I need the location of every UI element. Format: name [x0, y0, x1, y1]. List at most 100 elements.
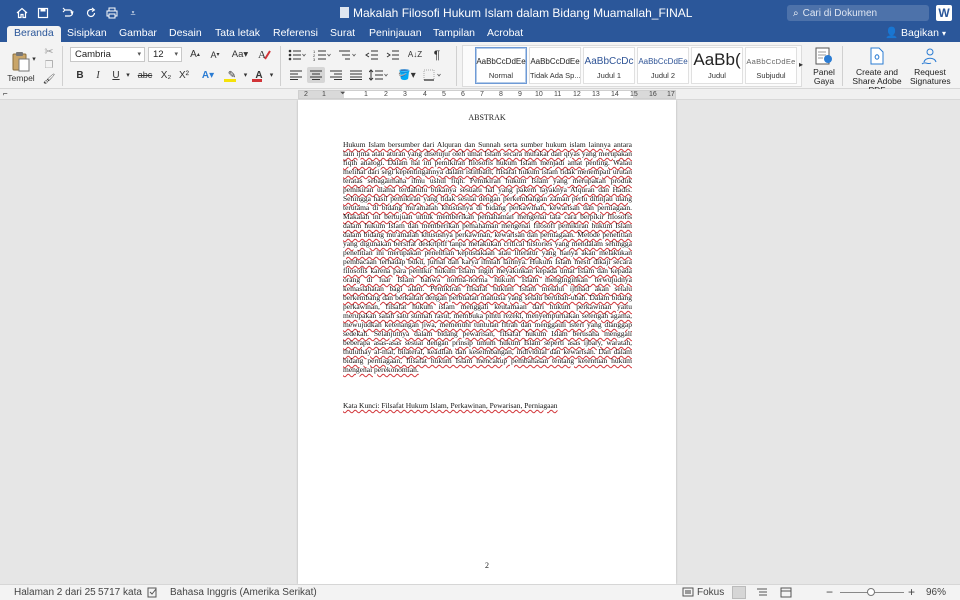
borders-icon[interactable]	[421, 67, 445, 83]
zoom-slider-thumb[interactable]	[866, 588, 875, 596]
shrink-font-icon[interactable]: A ▾	[206, 47, 224, 62]
document-icon	[340, 7, 349, 18]
sort-icon[interactable]: A↓Z	[406, 47, 424, 62]
style-name: Tidak Ada Sp...	[530, 71, 580, 80]
ruler-tick-label: 4	[423, 91, 427, 98]
search-input[interactable]: ⌕ Cari di Dokumen	[787, 5, 929, 21]
document-canvas[interactable]: ABSTRAK Hukum Islam bersumber dari Alqur…	[0, 100, 960, 584]
save-icon[interactable]	[32, 4, 54, 22]
outline-view-icon[interactable]	[756, 587, 768, 600]
pdf-icon	[870, 47, 884, 65]
grow-font-icon[interactable]: A ▴	[186, 47, 204, 62]
superscript-button[interactable]: X²	[176, 67, 192, 83]
ruler-tick-label: 7	[480, 91, 484, 98]
numbering-icon[interactable]: 123	[311, 47, 333, 62]
focus-icon[interactable]	[682, 587, 694, 600]
tab-desain[interactable]: Desain	[162, 26, 209, 42]
align-left-icon[interactable]	[287, 67, 305, 83]
subscript-button[interactable]: X₂	[158, 67, 174, 83]
focus-button[interactable]: Fokus	[697, 587, 724, 599]
tab-sisipkan[interactable]: Sisipkan	[60, 26, 114, 42]
highlight-color-swatch	[224, 79, 236, 82]
request-signatures-label: Request Signatures	[910, 67, 951, 86]
tab-peninjauan[interactable]: Peninjauan	[362, 26, 429, 42]
decrease-indent-icon[interactable]	[363, 47, 381, 62]
multilevel-list-icon[interactable]	[336, 47, 358, 62]
word-count-status[interactable]: 5717 kata	[98, 587, 142, 599]
font-color-button[interactable]: A	[250, 67, 268, 83]
signature-icon	[921, 48, 937, 65]
tab-tampilan[interactable]: Tampilan	[426, 26, 482, 42]
document-page[interactable]: ABSTRAK Hukum Islam bersumber dari Alqur…	[298, 100, 676, 584]
highlight-dropdown-icon[interactable]: ▾	[242, 67, 249, 83]
highlight-color-button[interactable]: ✎	[222, 67, 242, 83]
style-no-spacing[interactable]: AaBbCcDdEe Tidak Ada Sp...	[529, 47, 581, 84]
style-normal[interactable]: AaBbCcDdEe Normal	[475, 47, 527, 84]
customize-icon[interactable]: ⩡	[122, 4, 144, 22]
chevron-down-icon: ▾	[941, 29, 946, 38]
keywords-line: Kata Kunci: Filsafat Hukum Islam, Perkaw…	[343, 401, 558, 410]
print-layout-icon[interactable]	[732, 586, 746, 599]
request-signatures-button[interactable]: Request Signatures	[910, 46, 951, 86]
home-icon[interactable]	[11, 4, 33, 22]
zoom-in-button[interactable]: +	[908, 586, 915, 598]
redo-icon[interactable]	[80, 4, 102, 22]
underline-dropdown-icon[interactable]: ▾	[124, 67, 132, 83]
tab-surat[interactable]: Surat	[323, 26, 362, 42]
style-heading-2[interactable]: AaBbCcDdEe Judul 2	[637, 47, 689, 84]
share-button[interactable]: 👤 Bagikan ▾	[885, 26, 946, 41]
underline-button[interactable]: U	[108, 67, 124, 83]
page-count-status[interactable]: Halaman 2 dari 25	[14, 587, 96, 599]
language-status[interactable]: Bahasa Inggris (Amerika Serikat)	[170, 587, 317, 599]
tab-beranda[interactable]: Beranda	[7, 26, 61, 42]
strikethrough-button[interactable]: abc	[134, 67, 156, 83]
paste-button[interactable]: Tempel	[4, 45, 38, 87]
document-title-text: Makalah Filosofi Hukum Islam dalam Bidan…	[353, 6, 693, 20]
shading-icon[interactable]: 🪣▾	[395, 67, 419, 83]
horizontal-ruler[interactable]: ⌐ 2 1 ⏷ 1 2 3 4 5 6 7 8 9 10 11 12 13 14…	[0, 89, 960, 100]
cut-icon[interactable]: ✂	[42, 45, 56, 58]
tab-gambar[interactable]: Gambar	[112, 26, 164, 42]
increase-indent-icon[interactable]	[384, 47, 402, 62]
style-title[interactable]: AaBb( Judul	[691, 47, 743, 84]
print-icon[interactable]	[101, 4, 123, 22]
style-subtitle[interactable]: AaBbCcDdEe Subjudul	[745, 47, 797, 84]
web-layout-icon[interactable]	[780, 587, 792, 600]
abstract-paragraph: Hukum Islam bersumber dari Alquran dan S…	[343, 140, 632, 374]
change-case-icon[interactable]: Aa▾	[228, 47, 252, 62]
proofing-icon[interactable]	[147, 587, 158, 600]
gallery-more-icon[interactable]: ▸	[797, 56, 805, 72]
paste-dropdown-icon[interactable]: ▾	[31, 55, 37, 63]
undo-dropdown-icon[interactable]: ▾	[68, 4, 76, 22]
zoom-level[interactable]: 96%	[926, 587, 946, 599]
share-label: Bagikan	[901, 27, 939, 39]
align-right-icon[interactable]	[327, 67, 345, 83]
align-center-icon[interactable]	[307, 67, 325, 83]
style-heading-1[interactable]: AaBbCcDc Judul 1	[583, 47, 635, 84]
tab-referensi[interactable]: Referensi	[266, 26, 325, 42]
format-painter-icon[interactable]: 🖌	[42, 73, 56, 86]
tab-tata-letak[interactable]: Tata letak	[208, 26, 267, 42]
zoom-out-button[interactable]: −	[826, 586, 833, 598]
svg-text:A: A	[258, 49, 266, 61]
justify-icon[interactable]	[347, 67, 365, 83]
tab-selector-icon[interactable]: ⌐	[3, 89, 8, 98]
line-spacing-icon[interactable]	[367, 67, 391, 83]
abstract-heading: ABSTRAK	[468, 113, 506, 122]
style-preview: AaBbCcDc	[584, 56, 634, 67]
indent-marker-icon[interactable]: ⏷	[340, 90, 346, 98]
show-formatting-icon[interactable]: ¶	[428, 47, 446, 62]
clear-formatting-icon[interactable]: A	[255, 46, 273, 62]
font-size-select[interactable]: 12 ▾	[148, 47, 182, 62]
styles-pane-button[interactable]: Panel Gaya	[809, 46, 839, 86]
bold-button[interactable]: B	[72, 67, 88, 83]
font-name-select[interactable]: Cambria ▾	[70, 47, 145, 62]
create-pdf-button[interactable]: Create and Share Adobe PDF	[846, 46, 908, 95]
zoom-slider[interactable]	[840, 588, 904, 596]
tab-acrobat[interactable]: Acrobat	[480, 26, 530, 42]
italic-button[interactable]: I	[90, 67, 106, 83]
copy-icon[interactable]: ❐	[42, 59, 56, 72]
font-color-dropdown-icon[interactable]: ▾	[268, 67, 275, 83]
text-effects-icon[interactable]: A▾	[198, 67, 218, 83]
bullets-icon[interactable]	[286, 47, 308, 62]
